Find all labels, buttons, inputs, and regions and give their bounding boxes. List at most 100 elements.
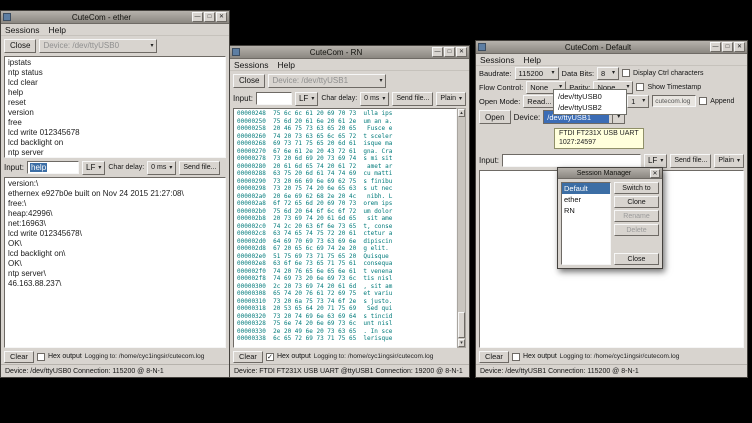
history-line[interactable]: lcd backlight on — [8, 138, 222, 148]
line-end-combo[interactable]: LF ▾ — [82, 161, 105, 175]
chevron-down-icon: ▾ — [612, 70, 615, 76]
display-mode-combo[interactable]: Plain ▾ — [436, 92, 466, 106]
input-field[interactable]: help — [27, 161, 79, 174]
window-title: CuteCom - Default — [488, 43, 708, 52]
baudrate-combo[interactable]: 115200 ▾ — [515, 67, 559, 80]
scroll-down-icon[interactable]: ▾ — [458, 339, 465, 347]
input-field[interactable] — [502, 154, 641, 167]
display-mode-combo[interactable]: Plain ▾ — [714, 154, 744, 168]
send-file-button[interactable]: Send file... — [179, 161, 220, 175]
session-dialog-buttons: Switch toCloneRenameDeleteClose — [614, 182, 659, 265]
history-line[interactable]: ntp server — [8, 148, 222, 158]
line-end-combo[interactable]: LF ▾ — [644, 154, 667, 168]
hex-output-checkbox[interactable]: ✓ — [266, 353, 274, 361]
device-combo-value: Device: /dev/ttyUSB0 — [43, 41, 119, 50]
hex-line: 00000248 75 6c 6c 61 20 69 70 73 ulla ip… — [237, 110, 453, 118]
device-combo[interactable]: Device: /dev/ttyUSB1 ▾ — [268, 74, 386, 88]
scrollbar-thumb[interactable] — [458, 312, 465, 338]
history-line[interactable]: version — [8, 108, 222, 118]
window-ether: CuteCom - ether — □ ✕ Sessions Help Clos… — [0, 10, 230, 378]
session-clone-button[interactable]: Clone — [614, 196, 659, 208]
history-line[interactable]: help — [8, 88, 222, 98]
history-line[interactable]: lcd clear — [8, 78, 222, 88]
scroll-up-icon[interactable]: ▴ — [458, 109, 465, 117]
history-line[interactable]: lcd write 012345678 — [8, 128, 222, 138]
bottom-bar: Clear ✓ Hex output Logging to: /home/cyc… — [230, 349, 469, 364]
hex-line: 000002d0 64 69 70 69 73 63 69 6e dipisci… — [237, 238, 453, 246]
menu-sessions[interactable]: Sessions — [234, 60, 269, 70]
session-close-button[interactable]: Close — [614, 253, 659, 265]
hex-line: 00000260 74 20 73 63 65 6c 65 72 t scele… — [237, 133, 453, 141]
hex-output-area[interactable]: 00000248 75 6c 6c 61 20 69 70 73 ulla ip… — [233, 108, 457, 348]
history-line[interactable]: ipstats — [8, 58, 222, 68]
menu-help[interactable]: Help — [524, 55, 541, 65]
menu-sessions[interactable]: Sessions — [480, 55, 515, 65]
history-line[interactable]: free — [8, 118, 222, 128]
output-area[interactable]: version:\ethernex e927b0e built on Nov 2… — [4, 177, 226, 348]
device-dropdown-list[interactable]: /dev/ttyUSB0/dev/ttyUSB2 — [553, 89, 627, 115]
hex-line: 00000308 65 74 20 76 61 72 69 75 et vari… — [237, 290, 453, 298]
minimize-icon[interactable]: — — [710, 42, 721, 52]
chevron-down-icon: ▾ — [459, 96, 462, 102]
maximize-icon[interactable]: □ — [204, 12, 215, 22]
clear-button[interactable]: Clear — [4, 351, 34, 363]
device-toolbar: Close Device: /dev/ttyUSB1 ▾ — [230, 71, 469, 90]
vertical-scrollbar[interactable]: ▴ ▾ — [457, 108, 466, 348]
databits-value: 8 — [601, 69, 605, 78]
databits-combo[interactable]: 8 ▾ — [597, 67, 619, 80]
append-checkbox[interactable] — [699, 97, 707, 105]
titlebar-ether[interactable]: CuteCom - ether — □ ✕ — [1, 11, 229, 24]
close-icon[interactable]: ✕ — [456, 47, 467, 57]
dialog-titlebar[interactable]: Session Manager ✕ — [558, 168, 662, 179]
hex-output-checkbox[interactable] — [512, 353, 520, 361]
menu-help[interactable]: Help — [278, 60, 295, 70]
hex-line: 000002c8 63 74 65 74 75 72 20 61 ctetur … — [237, 230, 453, 238]
input-label: Input: — [479, 156, 499, 165]
close-device-button[interactable]: Close — [4, 39, 36, 53]
command-history-list[interactable]: ipstatsntp statuslcd clearhelpresetversi… — [4, 56, 226, 158]
history-line[interactable]: reset — [8, 98, 222, 108]
history-line[interactable]: ntp status — [8, 68, 222, 78]
clear-button[interactable]: Clear — [233, 351, 263, 363]
session-item[interactable]: RN — [562, 205, 610, 216]
device-combo-value: Device: /dev/ttyUSB1 — [272, 76, 348, 85]
session-item[interactable]: ether — [562, 194, 610, 205]
window-controls: — □ ✕ — [432, 47, 467, 57]
device-combo[interactable]: Device: /dev/ttyUSB0 ▾ — [39, 39, 157, 53]
stop-bits-combo[interactable]: 1 ▾ — [627, 95, 649, 108]
char-delay-spinner[interactable]: 0 ms ▾ — [360, 92, 389, 106]
device-dropdown-item[interactable]: /dev/ttyUSB0 — [555, 91, 625, 102]
session-item[interactable]: Default — [562, 183, 610, 194]
log-file-button[interactable]: cutecom.log — [652, 95, 696, 107]
minimize-icon[interactable]: — — [192, 12, 203, 22]
send-file-button[interactable]: Send file... — [670, 154, 711, 168]
minimize-icon[interactable]: — — [432, 47, 443, 57]
hex-output-checkbox[interactable] — [37, 353, 45, 361]
close-device-button[interactable]: Close — [233, 74, 265, 88]
session-switch-to-button[interactable]: Switch to — [614, 182, 659, 194]
maximize-icon[interactable]: □ — [722, 42, 733, 52]
hex-line: 000002a0 20 6e 69 62 68 2e 20 4c nibh. L — [237, 193, 453, 201]
hex-output-wrap: 00000248 75 6c 6c 61 20 69 70 73 ulla ip… — [233, 108, 466, 348]
open-device-button[interactable]: Open — [479, 110, 511, 124]
dialog-body: DefaultetherRN Switch toCloneRenameDelet… — [558, 179, 662, 268]
menu-sessions[interactable]: Sessions — [5, 25, 40, 35]
close-icon[interactable]: ✕ — [650, 169, 660, 178]
titlebar-rn[interactable]: CuteCom - RN — □ ✕ — [230, 46, 469, 59]
flow-control-value: None — [530, 83, 548, 92]
line-end-combo[interactable]: LF ▾ — [295, 92, 318, 106]
close-icon[interactable]: ✕ — [734, 42, 745, 52]
close-icon[interactable]: ✕ — [216, 12, 227, 22]
session-list[interactable]: DefaultetherRN — [561, 182, 611, 265]
chevron-down-icon: ▾ — [311, 96, 314, 102]
device-dropdown-item[interactable]: /dev/ttyUSB2 — [555, 102, 625, 113]
maximize-icon[interactable]: □ — [444, 47, 455, 57]
show-timestamp-checkbox[interactable] — [636, 83, 644, 91]
send-file-button[interactable]: Send file... — [392, 92, 433, 106]
display-ctrl-checkbox[interactable] — [622, 69, 630, 77]
menu-help[interactable]: Help — [49, 25, 66, 35]
titlebar-default[interactable]: CuteCom - Default — □ ✕ — [476, 41, 747, 54]
char-delay-spinner[interactable]: 0 ms ▾ — [147, 161, 176, 175]
input-field[interactable] — [256, 92, 292, 105]
clear-button[interactable]: Clear — [479, 351, 509, 363]
